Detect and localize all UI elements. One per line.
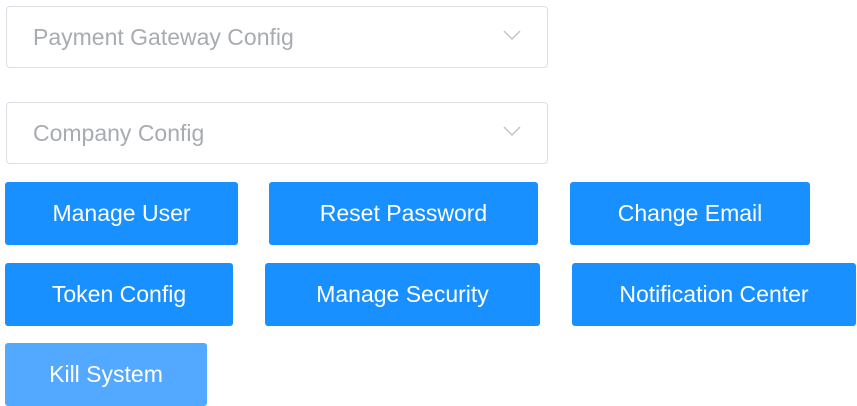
company-config-placeholder: Company Config [33,120,205,146]
kill-system-button[interactable]: Kill System [5,343,207,406]
chevron-down-icon [503,125,521,137]
change-email-button[interactable]: Change Email [570,182,810,245]
payment-gateway-config-placeholder: Payment Gateway Config [33,24,294,50]
token-config-button[interactable]: Token Config [5,263,233,326]
company-config-select[interactable]: Company Config [6,102,548,164]
reset-password-button[interactable]: Reset Password [269,182,538,245]
payment-gateway-config-select[interactable]: Payment Gateway Config [6,6,548,68]
manage-user-button[interactable]: Manage User [5,182,238,245]
notification-center-button[interactable]: Notification Center [572,263,856,326]
manage-security-button[interactable]: Manage Security [265,263,540,326]
chevron-down-icon [503,29,521,41]
